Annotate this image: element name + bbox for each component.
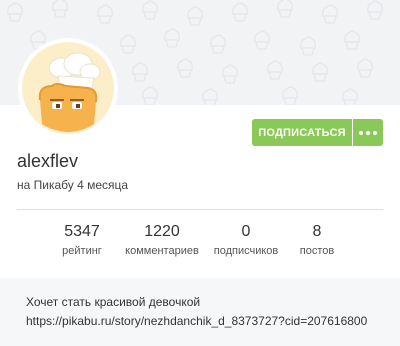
- subscribe-button[interactable]: ПОДПИСАТЬСЯ: [252, 119, 352, 146]
- profile-bio: Хочет стать красивой девочкой: [26, 295, 201, 309]
- stat-posts-label: постов: [299, 245, 335, 257]
- profile-card: ПОДПИСАТЬСЯ alexflev на Пикабу 4 месяца …: [0, 0, 400, 346]
- subscribe-button-label: ПОДПИСАТЬСЯ: [258, 126, 346, 139]
- profile-bio-link[interactable]: https://pikabu.ru/story/nezhdanchik_d_83…: [26, 314, 367, 328]
- stat-comments-value: 1220: [144, 223, 180, 240]
- divider: [17, 209, 383, 210]
- stat-posts-value: 8: [312, 223, 322, 240]
- member-since: на Пикабу 4 месяца: [17, 178, 129, 192]
- profile-about: [0, 278, 400, 346]
- profile-stats: 5347 рейтинг 1220 комментариев 0 подписч…: [0, 222, 400, 262]
- stat-comments-label: комментариев: [125, 245, 199, 257]
- username[interactable]: alexflev: [17, 151, 78, 172]
- stat-posts[interactable]: 8 постов: [272, 222, 362, 258]
- more-button[interactable]: [353, 119, 383, 146]
- stat-rating: 5347 рейтинг: [37, 222, 127, 258]
- stat-rating-value: 5347: [64, 223, 100, 240]
- stat-rating-label: рейтинг: [62, 245, 102, 257]
- avatar[interactable]: [22, 42, 114, 134]
- stat-comments[interactable]: 1220 комментариев: [117, 222, 207, 258]
- bread-chef-avatar-icon: [22, 42, 114, 134]
- more-dots-icon: [359, 130, 377, 135]
